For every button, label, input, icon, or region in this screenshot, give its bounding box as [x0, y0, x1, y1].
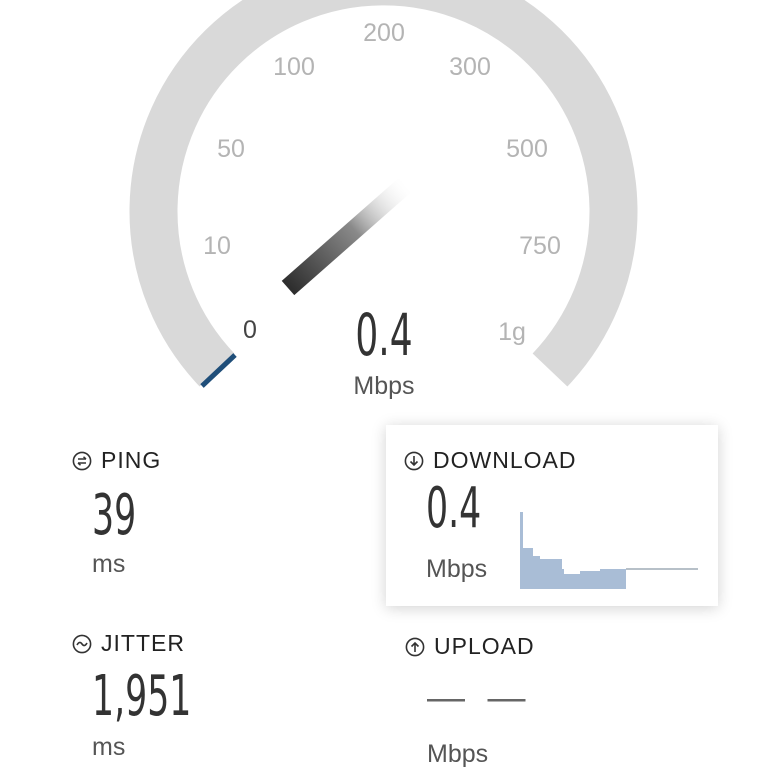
jitter-icon	[72, 634, 92, 653]
tick-label: 10	[203, 232, 231, 260]
jitter-header: JITTER	[72, 630, 252, 657]
ping-unit: ms	[92, 550, 126, 578]
upload-unit: Mbps	[427, 740, 489, 768]
ping-stat: PING 39 ms	[72, 447, 163, 579]
download-sparkline-area	[520, 512, 626, 589]
jitter-stat: JITTER 1,951 ms	[72, 630, 252, 762]
ping-value: 39	[92, 483, 137, 548]
tick-label: 100	[273, 53, 315, 81]
tick-label: 50	[217, 135, 245, 163]
ping-label: PING	[101, 447, 162, 473]
download-unit: Mbps	[426, 555, 488, 583]
gauge-current-value: 0.4	[355, 302, 412, 369]
download-sparkline	[520, 512, 698, 589]
tick-label: 1g	[498, 318, 526, 346]
ping-header: PING	[72, 447, 163, 474]
upload-stat: UPLOAD — — Mbps	[405, 633, 535, 769]
tick-label: 0	[243, 316, 257, 344]
upload-value: — —	[427, 677, 532, 719]
jitter-label: JITTER	[101, 630, 185, 656]
gauge-needle	[281, 177, 412, 296]
tick-label: 300	[449, 53, 491, 81]
upload-icon	[405, 637, 425, 656]
tick-label: 750	[519, 232, 561, 260]
gauge-current-unit: Mbps	[353, 372, 414, 400]
download-value: 0.4	[426, 476, 482, 541]
upload-label: UPLOAD	[434, 633, 535, 659]
ping-icon	[72, 451, 92, 470]
jitter-unit: ms	[92, 733, 126, 761]
speed-gauge: 0 10 50 100 200 300 500 750 1g 0.4 Mbps	[129, 0, 638, 400]
jitter-value: 1,951	[92, 664, 192, 729]
download-label: DOWNLOAD	[433, 447, 577, 473]
download-card: DOWNLOAD 0.4 Mbps	[386, 425, 718, 606]
download-header: DOWNLOAD	[404, 447, 576, 474]
upload-header: UPLOAD	[405, 633, 535, 660]
tick-label: 200	[363, 19, 405, 47]
download-icon	[404, 451, 424, 470]
tick-label: 500	[506, 135, 548, 163]
